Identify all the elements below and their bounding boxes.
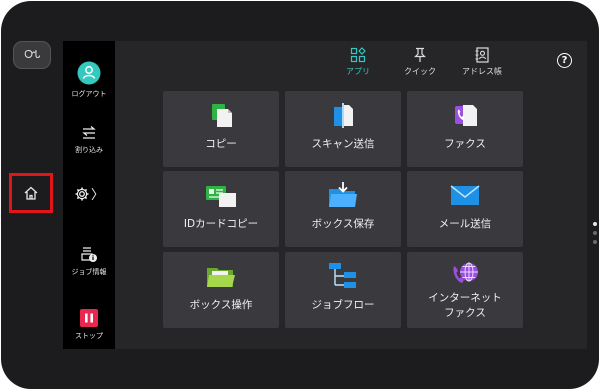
logout-label: ログアウト [71, 90, 107, 98]
gear-icon [75, 187, 89, 200]
app-tile-label: インターネット ファクス [428, 292, 502, 319]
interrupt-label: 割り込み [75, 146, 103, 154]
job-status-button[interactable]: ジョブ情報 [63, 245, 115, 277]
pin-icon [414, 47, 426, 62]
address-book-icon [475, 47, 489, 63]
stop-button[interactable]: ストップ [63, 309, 115, 341]
page-dot [593, 231, 597, 235]
app-tile-id-card-copy[interactable]: IDカードコピー [163, 171, 279, 247]
apps-icon [350, 47, 366, 63]
device-frame: ᏅᏓ ログアウト 割り込み 〉 ジョブ情報 ストップ アプリ クイック アドレス… [1, 1, 599, 389]
tab-address-book-label: アドレス帳 [462, 67, 502, 76]
app-tile-label: ファクス [444, 138, 486, 150]
user-icon [77, 61, 101, 85]
app-tile-box-operation[interactable]: ボックス操作 [163, 252, 279, 328]
main-area: アプリ クイック アドレス帳 ? コピー スキャン送信 ファクス IDカードコピ… [115, 41, 597, 349]
home-button[interactable] [9, 173, 53, 213]
stop-label: ストップ [75, 332, 103, 340]
app-tile-email[interactable]: メール送信 [407, 171, 523, 247]
internet-fax-icon [453, 262, 478, 283]
box-save-icon [329, 182, 357, 207]
power-icon: ᏅᏓ [24, 48, 40, 61]
app-tile-internet-fax[interactable]: インターネット ファクス [407, 252, 523, 328]
copy-icon [212, 104, 232, 127]
tab-address-book[interactable]: アドレス帳 [452, 47, 512, 77]
app-tile-label: ボックス操作 [189, 299, 253, 311]
page-indicator [593, 222, 599, 249]
job-info-icon [81, 247, 97, 262]
page-dot [593, 240, 597, 244]
app-tile-box-save[interactable]: ボックス保存 [285, 171, 401, 247]
scan-icon [334, 103, 353, 128]
app-tile-fax[interactable]: ファクス [407, 91, 523, 167]
page-dot-active [593, 222, 597, 226]
interrupt-button[interactable]: 割り込み [63, 125, 115, 155]
app-tile-job-flow[interactable]: ジョブフロー [285, 252, 401, 328]
tab-apps[interactable]: アプリ [328, 47, 388, 77]
app-tile-label: IDカードコピー [183, 218, 259, 230]
tab-quick[interactable]: クイック [390, 47, 450, 77]
settings-button[interactable]: 〉 [63, 184, 115, 203]
app-tile-label: ボックス保存 [311, 218, 375, 230]
home-icon [24, 186, 38, 200]
interrupt-icon [82, 126, 96, 139]
job-status-label: ジョブ情報 [71, 268, 107, 276]
tab-quick-label: クイック [404, 67, 436, 76]
app-tile-scan-send[interactable]: スキャン送信 [285, 91, 401, 167]
logout-button[interactable]: ログアウト [63, 61, 115, 99]
help-icon: ? [561, 55, 568, 66]
app-tile-label: メール送信 [438, 218, 492, 230]
tab-apps-label: アプリ [346, 67, 370, 76]
side-panel: ログアウト 割り込み 〉 ジョブ情報 ストップ [63, 41, 115, 349]
power-save-button[interactable]: ᏅᏓ [13, 41, 51, 69]
help-button[interactable]: ? [557, 53, 572, 68]
mail-icon [450, 185, 480, 205]
box-folder-icon [207, 268, 235, 287]
stop-icon [80, 309, 98, 327]
fax-icon [455, 105, 477, 126]
app-tile-copy[interactable]: コピー [163, 91, 279, 167]
touch-screen: ログアウト 割り込み 〉 ジョブ情報 ストップ アプリ クイック アドレス帳 ?… [63, 41, 597, 349]
chevron-right-icon: 〉 [90, 188, 104, 203]
id-card-icon [206, 186, 236, 207]
app-tile-label: コピー [205, 138, 237, 150]
job-flow-icon [329, 263, 356, 288]
app-tile-label: スキャン送信 [311, 138, 375, 150]
app-tile-label: ジョブフロー [311, 299, 375, 311]
